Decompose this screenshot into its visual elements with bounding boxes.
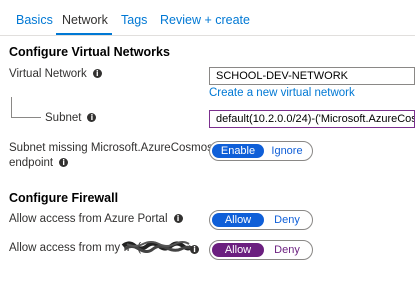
info-icon[interactable]: i	[87, 113, 97, 122]
allow-azure-portal-label-text: Allow access from Azure Portal	[9, 213, 168, 225]
tree-connector-vertical	[11, 97, 12, 117]
subnet-endpoint-label: Subnet missing Microsoft.AzureCosmosDB e…	[9, 141, 229, 171]
subnet-label: Subnet i	[45, 112, 97, 124]
info-icon[interactable]: i	[92, 69, 102, 78]
virtual-network-label-text: Virtual Network	[9, 68, 87, 80]
tab-basics[interactable]: Basics	[16, 13, 53, 27]
endpoint-toggle[interactable]: Enable Ignore	[209, 141, 313, 161]
subnet-endpoint-label-line2: endpoint i	[9, 156, 229, 171]
firewall-heading: Configure Firewall	[9, 191, 119, 205]
virtual-network-field[interactable]: SCHOOL-DEV-NETWORK	[209, 67, 415, 85]
my-ip-allow-option[interactable]: Allow	[212, 243, 264, 257]
allow-azure-portal-label: Allow access from Azure Portal i	[9, 213, 183, 225]
my-ip-deny-option[interactable]: Deny	[264, 243, 310, 257]
subnet-label-text: Subnet	[45, 112, 82, 124]
info-icon[interactable]: i	[190, 245, 199, 254]
endpoint-enable-option[interactable]: Enable	[212, 144, 264, 158]
azure-portal-deny-option[interactable]: Deny	[264, 213, 310, 227]
tab-review-create[interactable]: Review + create	[160, 13, 250, 27]
azure-portal-toggle[interactable]: Allow Deny	[209, 210, 313, 230]
subnet-field[interactable]: default(10.2.0.0/24)-('Microsoft.AzureCo…	[209, 110, 415, 128]
subnet-endpoint-label-line2-text: endpoint	[9, 157, 54, 169]
tab-network[interactable]: Network	[62, 13, 108, 27]
info-icon[interactable]: i	[59, 158, 69, 167]
virtual-networks-heading: Configure Virtual Networks	[9, 45, 170, 59]
my-ip-toggle[interactable]: Allow Deny	[209, 240, 313, 260]
create-virtual-network-link[interactable]: Create a new virtual network	[209, 87, 355, 99]
virtual-network-label: Virtual Network i	[9, 68, 102, 80]
tab-tags[interactable]: Tags	[121, 13, 147, 27]
endpoint-ignore-option[interactable]: Ignore	[264, 144, 310, 158]
tab-bar-divider	[0, 35, 415, 36]
redacted-ip-scribble	[121, 241, 193, 253]
azure-portal-allow-option[interactable]: Allow	[212, 213, 264, 227]
tree-connector-horizontal	[11, 117, 41, 118]
subnet-endpoint-label-line1: Subnet missing Microsoft.AzureCosmosDB	[9, 142, 229, 154]
info-icon[interactable]: i	[173, 214, 183, 223]
